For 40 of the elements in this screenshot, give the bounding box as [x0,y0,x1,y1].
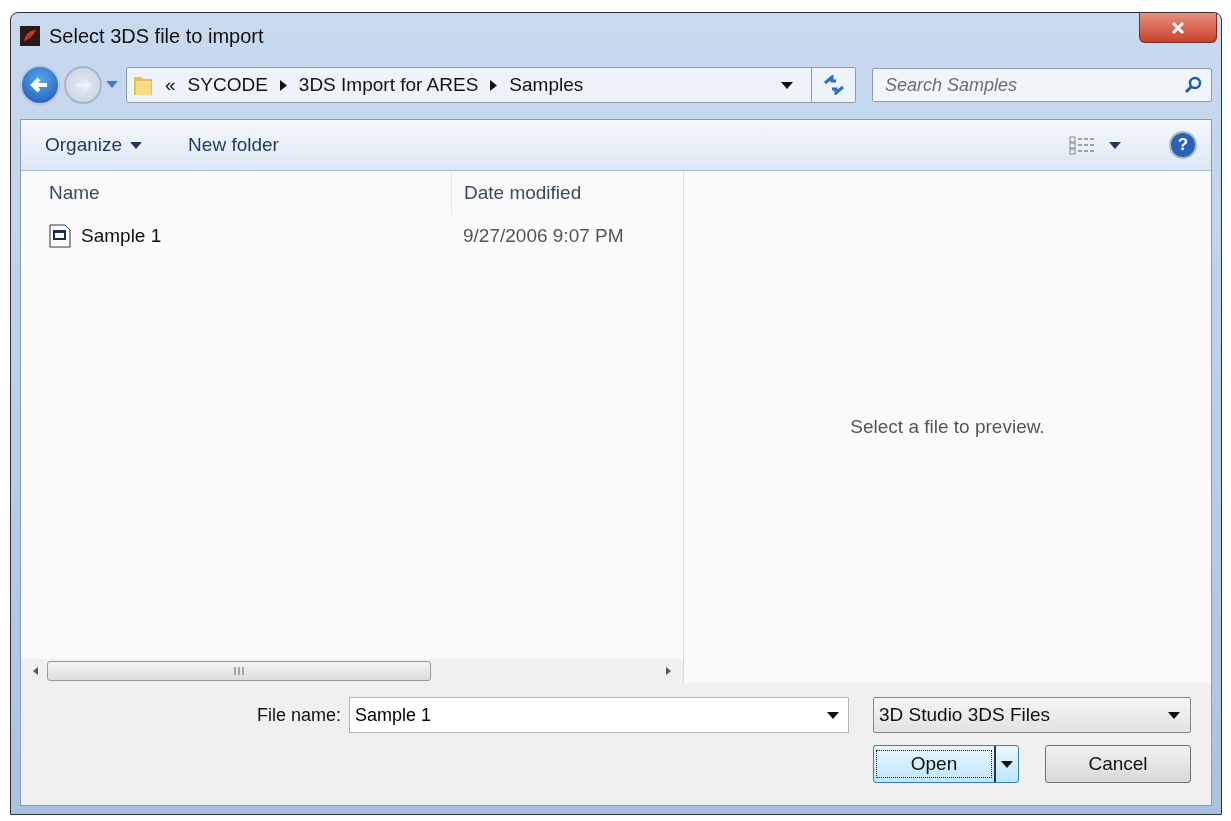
new-folder-button[interactable]: New folder [182,130,285,160]
column-header[interactable]: Date modified [451,171,683,215]
file-name: Sample 1 [81,225,162,247]
file-row[interactable]: Sample 1 9/27/2006 9:07 PM [21,219,683,253]
file-date: 9/27/2006 9:07 PM [462,225,625,247]
search-field[interactable]: Search Samples [872,68,1212,102]
open-button[interactable]: Open [873,745,1019,783]
dropdown-arrow-icon[interactable] [781,81,793,89]
app-icon [20,26,40,46]
breadcrumb-item[interactable]: Samples [509,74,584,96]
view-caret-icon[interactable] [1109,141,1121,149]
overflow-chevron[interactable]: « [165,74,176,96]
close-button[interactable] [1139,13,1217,43]
preview-message: Select a file to preview. [850,416,1045,438]
close-icon [1169,20,1187,35]
breadcrumb-item[interactable]: SYCODE [187,74,268,96]
caret-icon [1001,760,1013,768]
help-button[interactable]: ? [1169,131,1197,159]
separator-arrow-icon [490,79,498,91]
history-caret-icon[interactable] [106,81,118,89]
window-title: Select 3DS file to import [49,24,264,48]
address-bar[interactable]: « SYCODE 3DS Import for ARES Samples [126,67,856,103]
caret-icon [1168,711,1180,719]
grip-icon [232,667,246,675]
search-icon [1184,76,1202,94]
separator-arrow-icon [279,79,287,91]
file-type-dropdown[interactable]: 3D Studio 3DS Files [873,697,1191,733]
dropdown-arrow-icon[interactable] [827,712,839,719]
scroll-right-icon[interactable] [663,666,673,676]
caret-icon [130,141,143,149]
column-header[interactable]: Name [21,182,451,204]
cancel-button[interactable]: Cancel [1045,745,1191,783]
organize-menu[interactable]: Organize [39,130,149,160]
file-name-field[interactable]: Sample 1 [349,697,849,733]
refresh-icon [822,75,845,95]
breadcrumb-item[interactable]: 3DS Import for ARES [298,74,479,96]
file-icon [49,224,71,248]
scroll-left-icon[interactable] [31,666,41,676]
back-button[interactable] [20,65,60,105]
file-name-label: File name: [256,704,341,726]
